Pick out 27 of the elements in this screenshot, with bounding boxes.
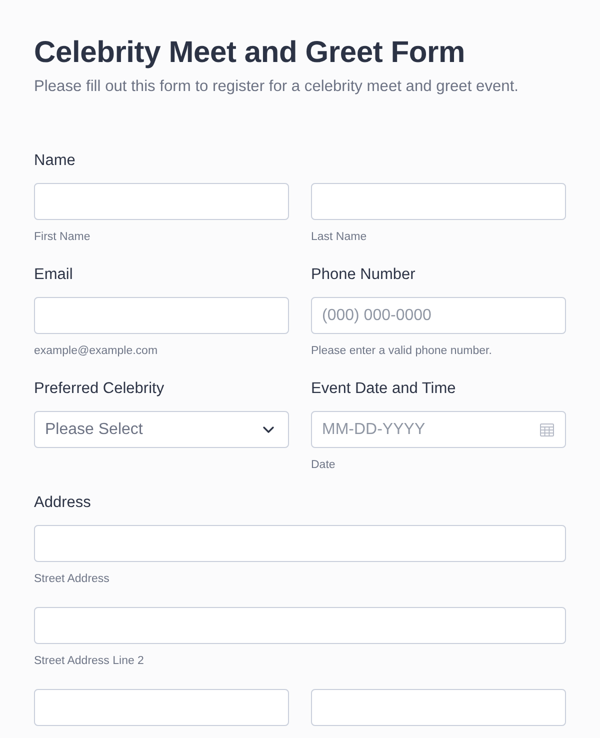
field-hint: example@example.com — [34, 344, 159, 358]
field-hint: Please enter a valid phone number. — [311, 344, 493, 358]
input-field[interactable] — [34, 525, 566, 562]
field-hint: Street Address — [34, 572, 110, 586]
field-label: Name — [34, 151, 76, 171]
input-field[interactable] — [34, 689, 289, 726]
field-hint: Date — [311, 458, 336, 472]
input-field[interactable] — [34, 297, 289, 334]
form-description: Please fill out this form to register for a celebrity meet and greet event. — [34, 78, 520, 96]
input-field[interactable]: (000) 000-0000 — [311, 297, 566, 334]
date-field[interactable]: MM-DD-YYYY — [311, 411, 566, 448]
chevron-down-icon — [263, 426, 274, 433]
field-hint: First Name — [34, 230, 92, 244]
field-hint: Last Name — [311, 230, 368, 244]
input-field[interactable] — [34, 183, 289, 220]
input-field[interactable] — [311, 689, 566, 726]
calendar-icon[interactable] — [540, 423, 554, 436]
field-label: Email — [34, 265, 74, 285]
field-label: Preferred Celebrity — [34, 379, 166, 399]
field-label: Address — [34, 493, 92, 513]
field-label: Event Date and Time — [311, 379, 457, 399]
form-title: Celebrity Meet and Greet Form — [34, 36, 466, 70]
field-hint: Street Address Line 2 — [34, 654, 145, 668]
select-field[interactable]: Please Select — [34, 411, 289, 448]
input-field[interactable] — [34, 607, 566, 644]
input-field[interactable] — [311, 183, 566, 220]
field-label: Phone Number — [311, 265, 416, 285]
